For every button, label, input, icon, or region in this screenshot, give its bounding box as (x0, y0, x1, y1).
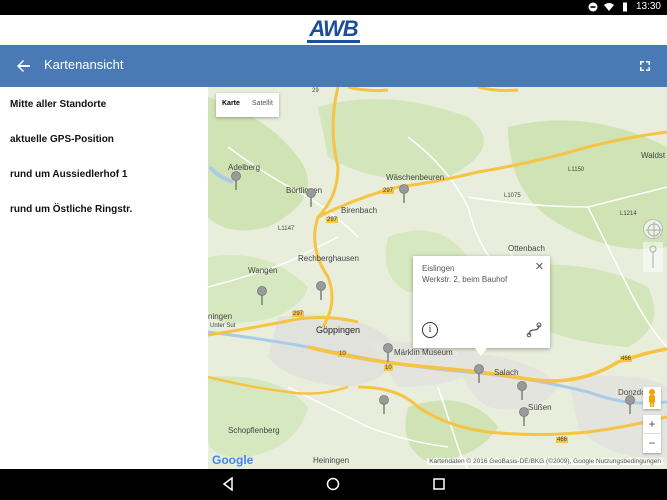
map-type-toggle: Karte Satellit (216, 93, 279, 117)
info-window-title: Eislingen (422, 264, 455, 273)
back-triangle-icon[interactable] (221, 477, 235, 491)
place-label: Unter Sut (210, 323, 236, 329)
awb-logo: AWB (307, 15, 360, 43)
place-label: Heiningen (313, 456, 350, 465)
navigation-bar (0, 469, 667, 500)
map-pin-selected[interactable] (473, 364, 485, 384)
app-bar: Kartenansicht (0, 45, 667, 87)
compass-icon[interactable] (643, 219, 663, 239)
road-label: L1075 (504, 193, 521, 199)
place-label: Schopflenberg (228, 426, 280, 435)
road-label: L1214 (620, 211, 637, 217)
place-label: Ottenbach (508, 244, 545, 253)
place-label: Märklin Museum (394, 348, 453, 357)
place-label: Salach (494, 368, 519, 377)
place-label: Süßen (528, 403, 552, 412)
road-label: 297 (326, 217, 339, 223)
info-window-address: Werkstr. 2, beim Bauhof (422, 275, 508, 284)
map-type-karte[interactable]: Karte (216, 93, 246, 117)
road-label: 10 (384, 365, 393, 371)
map-copyright[interactable]: Kartendaten © 2016 GeoBasis-DE/BKG (©200… (427, 458, 663, 465)
road-label: 466 (620, 356, 633, 362)
logo-bar: AWB (0, 15, 667, 45)
tilt-control[interactable] (643, 242, 663, 272)
status-bar: 13:30 (0, 0, 667, 15)
back-arrow-icon[interactable] (14, 56, 34, 76)
zoom-in-button[interactable]: + (643, 415, 661, 434)
list-item-aussiedlerhof[interactable]: rund um Aussiedlerhof 1 (10, 169, 127, 180)
road-label: 466 (556, 437, 569, 443)
info-window: Eislingen Werkstr. 2, beim Bauhof ✕ i (413, 256, 550, 356)
map-view[interactable]: Karte Satellit Adelberg Börtlingen Wäsch… (208, 87, 667, 469)
map-type-satellit[interactable]: Satellit (246, 93, 279, 117)
place-label: Rechberghausen (298, 254, 359, 263)
google-logo: Google (212, 453, 254, 467)
info-icon[interactable]: i (422, 322, 438, 338)
info-window-pointer (475, 348, 487, 356)
map-pin[interactable] (256, 286, 268, 306)
list-item-gps-position[interactable]: aktuelle GPS-Position (10, 134, 114, 145)
road-label: 297 (292, 311, 305, 317)
recents-square-icon[interactable] (432, 477, 446, 491)
place-label: ningen (208, 312, 233, 321)
map-pin[interactable] (516, 381, 528, 401)
road-label: 10 (338, 351, 347, 357)
road-label: 29 (312, 88, 319, 94)
page-title: Kartenansicht (44, 57, 124, 72)
clock: 13:30 (635, 1, 661, 12)
road-label: 297 (382, 188, 395, 194)
place-label: Waldst (641, 151, 666, 160)
map-pin[interactable] (398, 184, 410, 204)
map-pin[interactable] (518, 407, 530, 427)
place-label: Göppingen (316, 325, 361, 335)
place-label: Wangen (248, 266, 278, 275)
zoom-control: + − (643, 415, 661, 453)
list-item-oestliche-ringstr[interactable]: rund um Östliche Ringstr. (10, 204, 132, 215)
place-label: Wäschenbeuren (386, 173, 445, 182)
do-not-disturb-icon (588, 2, 598, 11)
map-pin[interactable] (382, 343, 394, 363)
road-label: L1150 (568, 167, 585, 173)
street-view-pegman-icon[interactable] (643, 387, 661, 409)
close-icon[interactable]: ✕ (535, 260, 544, 273)
wifi-icon (603, 2, 614, 11)
place-label: Birenbach (341, 206, 378, 215)
map-pin[interactable] (624, 395, 636, 415)
battery-icon (622, 2, 627, 11)
map-pin[interactable] (230, 171, 242, 191)
map-pin[interactable] (315, 281, 327, 301)
road-label: L1147 (278, 226, 295, 232)
location-list: Mitte aller Standorte aktuelle GPS-Posit… (0, 87, 208, 469)
map-pin[interactable] (378, 395, 390, 415)
list-item-center-all[interactable]: Mitte aller Standorte (10, 99, 106, 110)
zoom-out-button[interactable]: − (643, 434, 661, 453)
fullscreen-icon[interactable] (637, 58, 653, 74)
route-icon[interactable] (526, 322, 542, 338)
map-pin[interactable] (305, 188, 317, 208)
home-circle-icon[interactable] (326, 477, 340, 491)
